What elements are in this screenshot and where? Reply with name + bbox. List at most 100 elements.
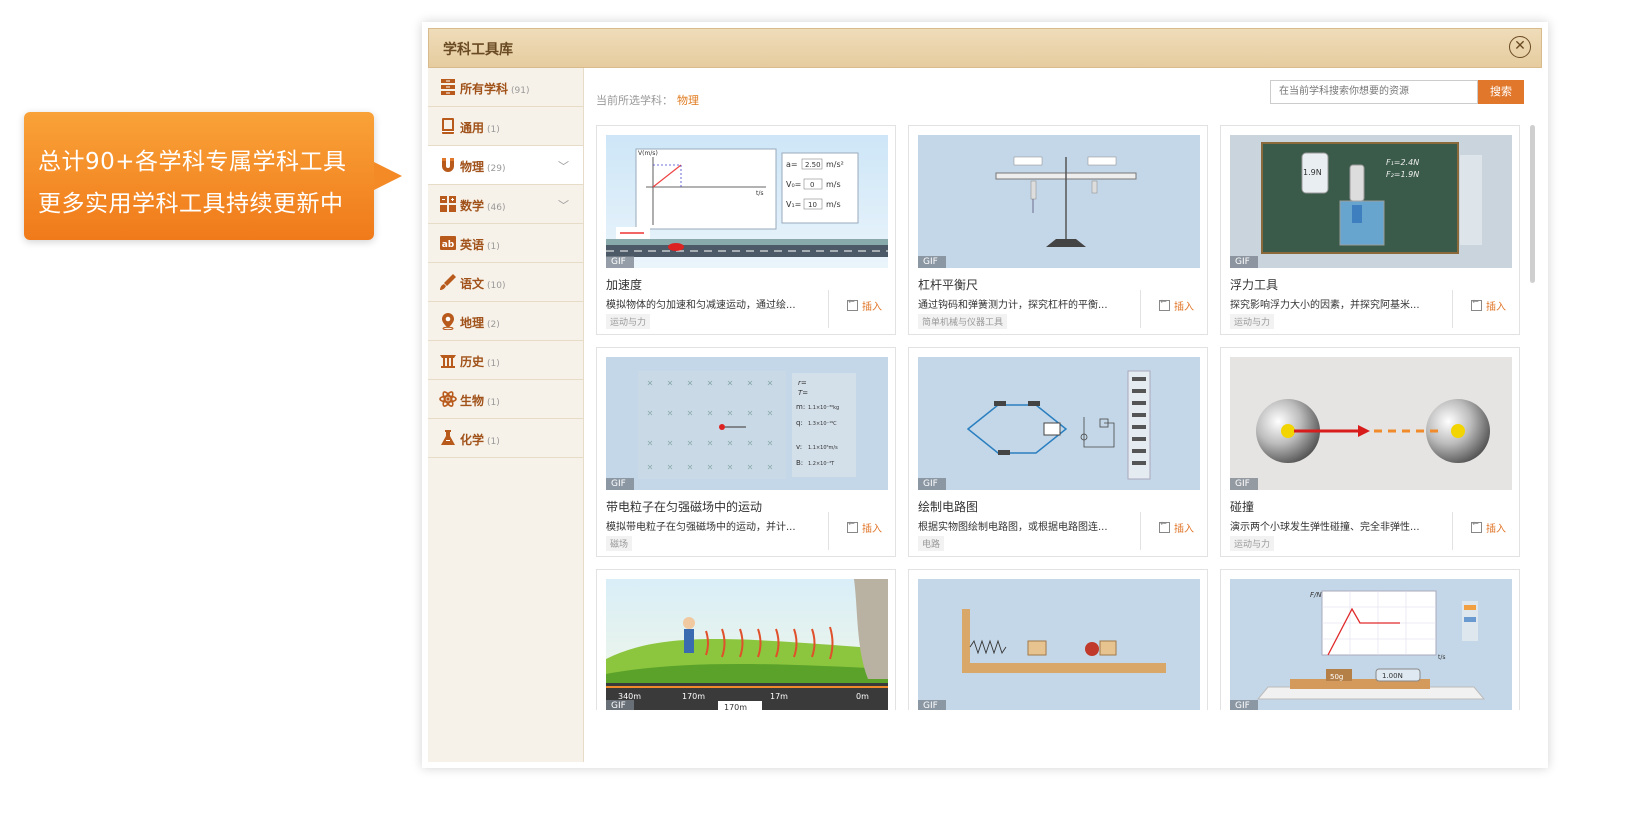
search-button[interactable]: 搜索 — [1478, 80, 1524, 104]
tool-card-spring[interactable]: GIF — [908, 569, 1208, 710]
tool-card-circuit[interactable]: GIF 绘制电路图 根据实物图绘制电路图，或根据电路图连... 电路 插入 — [908, 347, 1208, 557]
insert-button[interactable]: 插入 — [1471, 297, 1506, 313]
tool-tag: 磁场 — [606, 536, 633, 551]
axis-label: t/s — [1438, 654, 1446, 661]
sidebar-item-biology[interactable]: 生物 (1) — [428, 380, 583, 419]
temple-icon — [440, 355, 456, 368]
tool-card-buoyancy[interactable]: 1.9N F₁=2.4N F₂=1.9N GIF 浮力工具 探究影响浮力大小的因… — [1220, 125, 1520, 335]
gif-badge: GIF — [606, 478, 634, 490]
insert-button[interactable]: 插入 — [1471, 519, 1506, 535]
tool-tag: 运动与力 — [1230, 536, 1275, 551]
divider — [1140, 290, 1141, 328]
tool-title: 带电粒子在匀强磁场中的运动 — [606, 500, 763, 514]
chevron-down-icon[interactable]: ﹀ — [558, 197, 569, 213]
sidebar-item-physics[interactable]: 物理 (29) ﹀ — [428, 146, 583, 185]
insert-label: 插入 — [1174, 302, 1194, 313]
atom-icon — [439, 391, 457, 407]
current-subject-value: 物理 — [677, 94, 699, 107]
sidebar-item-label: 语文 (10) — [460, 277, 506, 291]
insert-button[interactable]: 插入 — [1159, 297, 1194, 313]
tool-description: 探究影响浮力大小的因素，并探究阿基米... — [1230, 300, 1420, 311]
sidebar-item-chinese[interactable]: 语文 (10) — [428, 263, 583, 302]
radius-label: r= — [798, 379, 807, 387]
tool-thumbnail: GIF — [918, 135, 1200, 268]
sidebar-item-general[interactable]: 通用 (1) — [428, 107, 583, 146]
field-value: 1.2×10⁻³T — [808, 461, 835, 467]
insert-icon — [847, 519, 858, 533]
tool-thumbnail: GIF — [1230, 357, 1512, 490]
tool-thumbnail: 1.9N F₁=2.4N F₂=1.9N GIF — [1230, 135, 1512, 268]
field-label: B: — [796, 459, 803, 467]
sidebar-item-chemistry[interactable]: 化学 (1) — [428, 419, 583, 458]
axis-label: t/s — [756, 190, 764, 197]
velocity-label: v: — [796, 443, 802, 451]
tool-thumbnail: V(m/s) t/s a= 2.50 m/s² V₀= 0 m/s V₁= 10 — [606, 135, 888, 268]
insert-button[interactable]: 插入 — [1159, 519, 1194, 535]
tool-card-lever[interactable]: GIF 杠杆平衡尺 通过钩码和弹簧测力计，探究杠杆的平衡... 简单机械与仪器工… — [908, 125, 1208, 335]
tool-card-collision[interactable]: GIF 碰撞 演示两个小球发生弹性碰撞、完全非弹性... 运动与力 插入 — [1220, 347, 1520, 557]
insert-button[interactable]: 插入 — [847, 519, 882, 535]
tool-description: 根据实物图绘制电路图，或根据电路图连... — [918, 522, 1108, 533]
gif-badge: GIF — [606, 700, 634, 710]
tool-description: 演示两个小球发生弹性碰撞、完全非弹性... — [1230, 522, 1420, 533]
sidebar-item-all[interactable]: 所有学科 (91) — [428, 68, 583, 107]
sidebar-item-count: (10) — [487, 281, 506, 291]
window-title: 学科工具库 — [443, 42, 513, 58]
spring-preview — [918, 579, 1200, 710]
insert-icon — [1471, 519, 1482, 533]
tool-thumbnail: GIF — [918, 579, 1200, 710]
tool-library-window: 学科工具库 ✕ 所有学科 (91) 通用 (1) 物理 (29) ﹀ 数学 (4… — [422, 22, 1548, 768]
tool-thumbnail: GIF — [918, 357, 1200, 490]
current-subject-label: 当前所选学科： — [596, 94, 673, 107]
svg-text:ab: ab — [442, 240, 455, 250]
tool-card-magnetic-field[interactable]: r= T= m: 1.1×10⁻³⁰kg q: 1.3×10⁻¹⁹C v: 1.… — [596, 347, 896, 557]
tool-tag: 电路 — [918, 536, 945, 551]
param-label: a= — [786, 160, 798, 169]
mass-label: 50g — [1330, 673, 1343, 681]
charge-label: q: — [796, 419, 803, 427]
sidebar-item-count: (1) — [487, 437, 500, 447]
sidebar-item-history[interactable]: 历史 (1) — [428, 341, 583, 380]
current-subject: 当前所选学科： 物理 — [596, 92, 699, 108]
divider — [1452, 512, 1453, 550]
title-bar: 学科工具库 ✕ — [428, 28, 1542, 68]
tool-card-sound[interactable]: 340m 170m 17m 0m 170m GIF — [596, 569, 896, 710]
scrollbar[interactable] — [1530, 125, 1535, 710]
tool-tag: 简单机械与仪器工具 — [918, 314, 1008, 329]
gif-badge: GIF — [918, 478, 946, 490]
sidebar-item-count: (91) — [511, 86, 530, 96]
mass-label: m: — [796, 403, 805, 411]
divider — [828, 290, 829, 328]
chevron-down-icon[interactable]: ﹀ — [558, 158, 569, 174]
sidebar-item-english[interactable]: ab 英语 (1) — [428, 224, 583, 263]
axis-label: V(m/s) — [638, 150, 658, 157]
sidebar-item-label: 通用 (1) — [460, 121, 500, 135]
distance-label: 170m — [682, 692, 705, 701]
divider — [828, 512, 829, 550]
sidebar-item-count: (2) — [487, 320, 500, 330]
tool-description: 通过钩码和弹簧测力计，探究杠杆的平衡... — [918, 300, 1108, 311]
callout-line-2: 更多实用学科工具持续更新中 — [38, 191, 344, 217]
subject-sidebar: 所有学科 (91) 通用 (1) 物理 (29) ﹀ 数学 (46) ﹀ ab … — [428, 68, 584, 762]
divider — [1452, 290, 1453, 328]
scrollbar-thumb[interactable] — [1530, 125, 1535, 283]
tool-card-friction[interactable]: F/N t/s 50g 1.00N GIF — [1220, 569, 1520, 710]
insert-button[interactable]: 插入 — [847, 297, 882, 313]
close-button[interactable]: ✕ — [1509, 36, 1531, 58]
tool-title: 绘制电路图 — [918, 500, 979, 514]
insert-icon — [1471, 297, 1482, 311]
tool-card-acceleration[interactable]: V(m/s) t/s a= 2.50 m/s² V₀= 0 m/s V₁= 10 — [596, 125, 896, 335]
tool-thumbnail: r= T= m: 1.1×10⁻³⁰kg q: 1.3×10⁻¹⁹C v: 1.… — [606, 357, 888, 490]
search-input[interactable]: 在当前学科搜索你想要的资源 — [1270, 80, 1478, 104]
sidebar-item-math[interactable]: 数学 (46) ﹀ — [428, 185, 583, 224]
mass-value: 1.1×10⁻³⁰kg — [808, 405, 839, 411]
tool-title: 碰撞 — [1230, 500, 1255, 514]
sidebar-item-geography[interactable]: 地理 (2) — [428, 302, 583, 341]
tool-tag: 运动与力 — [606, 314, 651, 329]
velocity-value: 1.1×10⁵m/s — [808, 445, 838, 451]
sound-preview: 340m 170m 17m 0m 170m — [606, 579, 888, 710]
flask-icon — [441, 430, 455, 445]
magnetic-preview: r= T= m: 1.1×10⁻³⁰kg q: 1.3×10⁻¹⁹C v: 1.… — [606, 357, 888, 490]
friction-preview: F/N t/s 50g 1.00N — [1230, 579, 1512, 710]
distance-readout: 170m — [724, 703, 747, 710]
